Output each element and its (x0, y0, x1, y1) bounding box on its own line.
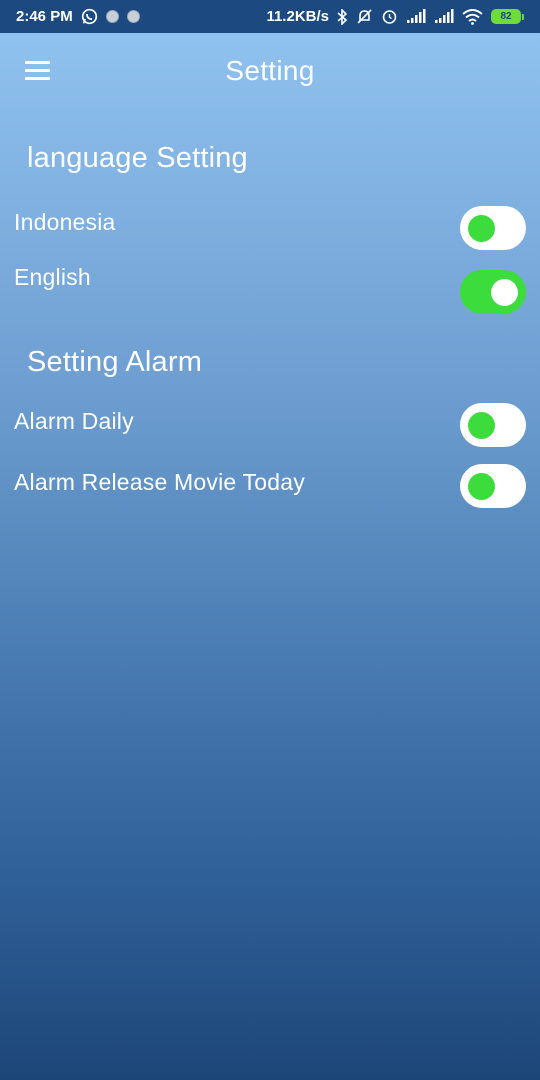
battery-level: 82 (491, 9, 521, 24)
page-title: Setting (225, 55, 315, 86)
language-english-label: English (14, 264, 91, 290)
alarm-section-header: Setting Alarm (27, 346, 203, 378)
switch-knob (468, 215, 495, 242)
app-bar: Setting (0, 33, 540, 113)
language-indonesia-label: Indonesia (14, 209, 116, 235)
alarm-release-movie-switch[interactable] (460, 464, 526, 508)
notification-dot-icon (105, 10, 119, 23)
whatsapp-icon (81, 8, 97, 25)
language-indonesia-switch[interactable] (460, 206, 526, 250)
mute-icon (357, 9, 372, 24)
network-speed: 11.2KB/s (266, 8, 329, 25)
language-english-switch[interactable] (460, 270, 526, 314)
switch-knob (491, 279, 518, 306)
alarm-daily-switch[interactable] (460, 403, 526, 447)
status-bar-right: 11.2KB/s 82 (266, 8, 524, 25)
switch-knob (468, 473, 495, 500)
bluetooth-icon (337, 8, 348, 25)
status-bar-left: 2:46 PM (16, 8, 140, 25)
alarm-daily-label: Alarm Daily (14, 408, 134, 434)
battery-icon: 82 (491, 9, 524, 24)
battery-tip (522, 13, 524, 20)
status-time: 2:46 PM (16, 8, 73, 25)
notification-dot-icon (126, 10, 140, 23)
signal-icon (407, 9, 426, 23)
signal-icon (435, 9, 454, 23)
alarm-release-movie-label: Alarm Release Movie Today (14, 469, 305, 495)
switch-knob (468, 412, 495, 439)
alarm-icon (382, 10, 397, 24)
status-bar: 2:46 PM 11.2KB/s 82 (0, 0, 540, 33)
language-section-header: language Setting (27, 142, 248, 174)
wifi-icon (462, 8, 483, 25)
